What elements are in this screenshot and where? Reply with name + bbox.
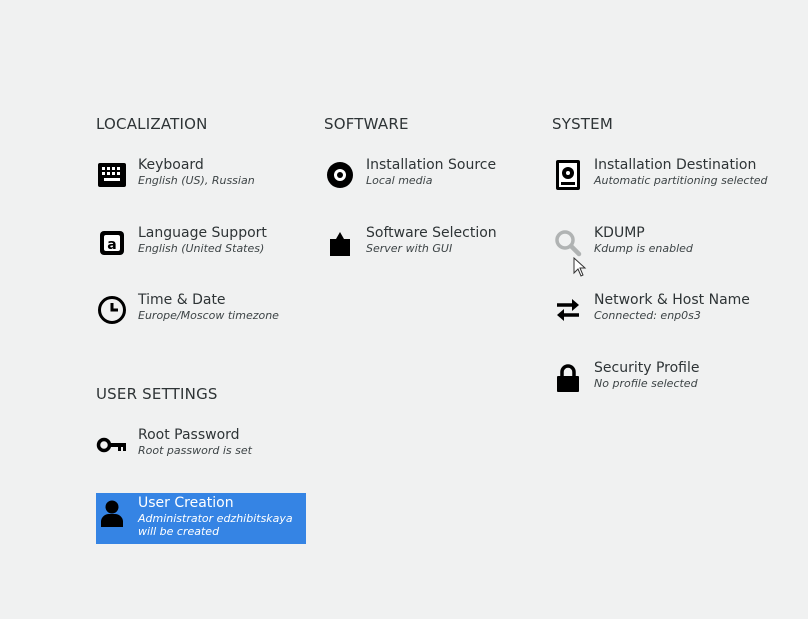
- spoke-title: Time & Date: [138, 292, 226, 308]
- network-arrows-icon: [552, 294, 584, 326]
- spoke-status-line-1: Administrator edzhibitskaya: [138, 512, 293, 525]
- spoke-kdump[interactable]: KDUMP Kdump is enabled: [552, 225, 762, 259]
- user-icon: [96, 497, 128, 529]
- spoke-status: Europe/Moscow timezone: [138, 309, 279, 322]
- spoke-keyboard[interactable]: Keyboard English (US), Russian: [96, 157, 306, 191]
- spoke-user-creation[interactable]: User Creation Administrator edzhibitskay…: [96, 493, 306, 544]
- spoke-title: Keyboard: [138, 157, 204, 173]
- magnifier-icon: [552, 227, 584, 259]
- spoke-title: Root Password: [138, 427, 240, 443]
- spoke-title: Software Selection: [366, 225, 497, 241]
- spoke-network-host-name[interactable]: Network & Host Name Connected: enp0s3: [552, 292, 762, 326]
- section-title-user-settings: USER SETTINGS: [96, 385, 218, 403]
- spoke-title: Security Profile: [594, 360, 700, 376]
- spoke-status: English (United States): [138, 242, 265, 255]
- mouse-cursor-icon: [573, 257, 587, 277]
- section-title-system: SYSTEM: [552, 115, 613, 133]
- spoke-status: English (US), Russian: [138, 174, 255, 187]
- spoke-title: Network & Host Name: [594, 292, 750, 308]
- key-icon: [96, 429, 128, 461]
- spoke-status: Server with GUI: [366, 242, 453, 255]
- disc-icon: [324, 159, 356, 191]
- spoke-language-support[interactable]: a Language Support English (United State…: [96, 225, 306, 259]
- section-title-localization: LOCALIZATION: [96, 115, 208, 133]
- package-icon: [324, 227, 356, 259]
- spoke-software-selection[interactable]: Software Selection Server with GUI: [324, 225, 534, 259]
- section-title-software: SOFTWARE: [324, 115, 409, 133]
- lock-icon: [552, 362, 584, 394]
- spoke-status: No profile selected: [594, 377, 698, 390]
- spoke-status: Local media: [366, 174, 433, 187]
- language-icon: a: [96, 227, 128, 259]
- spoke-installation-source[interactable]: Installation Source Local media: [324, 157, 534, 191]
- spoke-security-profile[interactable]: Security Profile No profile selected: [552, 360, 762, 394]
- spoke-title: Installation Source: [366, 157, 497, 173]
- spoke-root-password[interactable]: Root Password Root password is set: [96, 427, 306, 461]
- spoke-status: Automatic partitioning selected: [594, 174, 768, 187]
- spoke-title: Language Support: [138, 225, 267, 241]
- clock-icon: [96, 294, 128, 326]
- spoke-title: User Creation: [138, 495, 234, 511]
- spoke-status: Root password is set: [138, 444, 252, 457]
- spoke-installation-destination[interactable]: Installation Destination Automatic parti…: [552, 157, 792, 191]
- spoke-title: KDUMP: [594, 225, 645, 241]
- spoke-time-date[interactable]: Time & Date Europe/Moscow timezone: [96, 292, 306, 326]
- spoke-status: Kdump is enabled: [594, 242, 693, 255]
- keyboard-icon: [96, 159, 128, 191]
- spoke-title: Installation Destination: [594, 157, 757, 173]
- harddisk-icon: [552, 159, 584, 191]
- svg-text:a: a: [107, 237, 116, 253]
- spoke-status: Connected: enp0s3: [594, 309, 701, 322]
- spoke-status-line-2: will be created: [138, 525, 220, 538]
